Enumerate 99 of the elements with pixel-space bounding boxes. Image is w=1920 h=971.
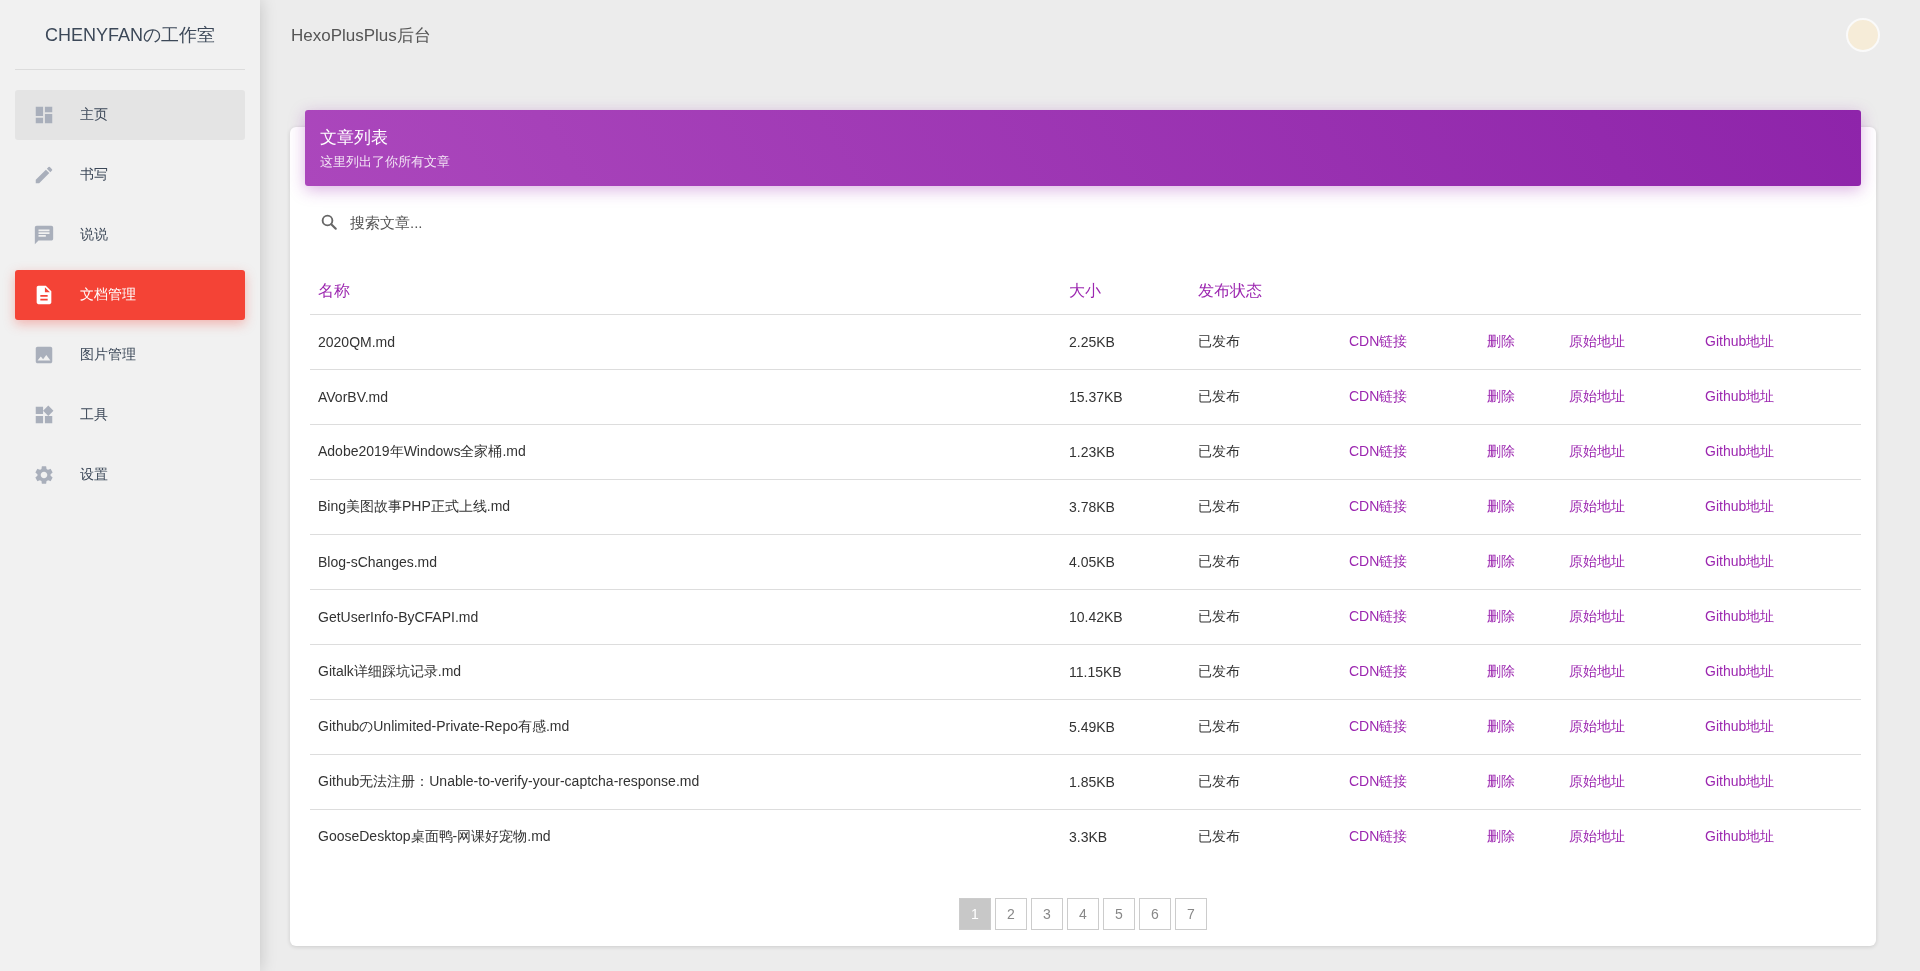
sidebar-item[interactable]: 书写: [15, 150, 245, 200]
action-link[interactable]: 删除: [1487, 663, 1515, 681]
avatar[interactable]: [1846, 18, 1880, 52]
action-link[interactable]: CDN链接: [1349, 828, 1408, 846]
file-name-cell-text: Bing美图故事PHP正式上线.md: [318, 498, 512, 516]
action-link[interactable]: Github地址: [1705, 333, 1775, 351]
sidebar-item[interactable]: 图片管理: [15, 330, 245, 380]
action-link[interactable]: 删除: [1487, 388, 1515, 406]
page-button[interactable]: 6: [1139, 898, 1171, 930]
action-link[interactable]: 原始地址: [1569, 333, 1625, 351]
file-size-cell-text: 5.49KB: [1069, 719, 1116, 735]
action-link[interactable]: CDN链接: [1349, 553, 1408, 571]
status-cell-text: 已发布: [1198, 443, 1241, 461]
status-cell-text: 已发布: [1198, 388, 1241, 406]
file-size-cell-text: 2.25KB: [1069, 334, 1116, 350]
action-link[interactable]: CDN链接: [1349, 718, 1408, 736]
page-title: HexoPlusPlus后台: [291, 24, 431, 47]
action-link[interactable]: 原始地址: [1569, 773, 1625, 791]
action-link[interactable]: 删除: [1487, 773, 1515, 791]
action-link[interactable]: Github地址: [1705, 828, 1775, 846]
action-link[interactable]: 删除: [1487, 718, 1515, 736]
settings-icon: [33, 464, 55, 486]
page-button[interactable]: 4: [1067, 898, 1099, 930]
action-link[interactable]: CDN链接: [1349, 663, 1408, 681]
action-link[interactable]: CDN链接: [1349, 608, 1408, 626]
column-header: 发布状态: [1198, 280, 1263, 301]
action-link[interactable]: 原始地址: [1569, 718, 1625, 736]
status-cell-text: 已发布: [1198, 663, 1241, 681]
action-link[interactable]: 原始地址: [1569, 498, 1625, 516]
file-name-cell-text: GetUserInfo-ByCFAPI.md: [318, 609, 480, 625]
file-size-cell-text: 10.42KB: [1069, 609, 1124, 625]
file-size-cell-text: 1.23KB: [1069, 444, 1116, 460]
status-cell-text: 已发布: [1198, 828, 1241, 846]
file-name-cell-text: Gitalk详细踩坑记录.md: [318, 663, 463, 681]
file-size-cell-text: 3.3KB: [1069, 829, 1109, 845]
brand-title: CHENYFANの工作室: [15, 0, 245, 70]
search-icon: [320, 213, 338, 231]
file-name-cell-text: Adobe2019年Windows全家桶.md: [318, 443, 527, 461]
sidebar-item[interactable]: 主页: [15, 90, 245, 140]
status-cell-text: 已发布: [1198, 773, 1241, 791]
file-name-cell-text: GithubのUnlimited-Private-Repo有感.md: [318, 718, 571, 736]
action-link[interactable]: 原始地址: [1569, 663, 1625, 681]
action-link[interactable]: 删除: [1487, 498, 1515, 516]
status-cell-text: 已发布: [1198, 608, 1241, 626]
action-link[interactable]: 删除: [1487, 333, 1515, 351]
file-name-cell-text: Blog-sChanges.md: [318, 554, 439, 570]
action-link[interactable]: CDN链接: [1349, 773, 1408, 791]
page-button[interactable]: 3: [1031, 898, 1063, 930]
file-name-cell-text: AVorBV.md: [318, 389, 390, 405]
action-link[interactable]: CDN链接: [1349, 388, 1408, 406]
file-name-cell-text: Github无法注册：Unable-to-verify-your-captcha-response.md: [318, 773, 701, 791]
action-link[interactable]: Github地址: [1705, 608, 1775, 626]
action-link[interactable]: Github地址: [1705, 663, 1775, 681]
file-size-cell-text: 4.05KB: [1069, 554, 1116, 570]
column-header: 大小: [1069, 280, 1102, 301]
sidebar-item[interactable]: 设置: [15, 450, 245, 500]
action-link[interactable]: 原始地址: [1569, 553, 1625, 571]
status-cell-text: 已发布: [1198, 718, 1241, 736]
action-link[interactable]: Github地址: [1705, 498, 1775, 516]
page-button[interactable]: 2: [995, 898, 1027, 930]
file-size-cell-text: 3.78KB: [1069, 499, 1116, 515]
action-link[interactable]: 删除: [1487, 553, 1515, 571]
sidebar-item[interactable]: 文档管理: [15, 270, 245, 320]
action-link[interactable]: Github地址: [1705, 773, 1775, 791]
action-link[interactable]: 删除: [1487, 608, 1515, 626]
widgets-icon: [33, 404, 55, 426]
action-link[interactable]: CDN链接: [1349, 498, 1408, 516]
action-link[interactable]: 原始地址: [1569, 608, 1625, 626]
file-name-cell-text: GooseDesktop桌面鸭-网课好宠物.md: [318, 828, 552, 846]
action-link[interactable]: 原始地址: [1569, 443, 1625, 461]
action-link[interactable]: Github地址: [1705, 718, 1775, 736]
chat-icon: [33, 224, 55, 246]
card-subtitle: 这里列出了你所有文章: [320, 152, 451, 171]
action-link[interactable]: CDN链接: [1349, 333, 1408, 351]
action-link[interactable]: CDN链接: [1349, 443, 1408, 461]
pencil-icon: [33, 164, 55, 186]
sidebar-item[interactable]: 工具: [15, 390, 245, 440]
action-link[interactable]: 原始地址: [1569, 828, 1625, 846]
column-header: 名称: [318, 280, 351, 301]
action-link[interactable]: Github地址: [1705, 443, 1775, 461]
dashboard-icon: [33, 104, 55, 126]
action-link[interactable]: 原始地址: [1569, 388, 1625, 406]
search-field[interactable]: 搜索文章...: [348, 212, 752, 232]
file-size-cell-text: 11.15KB: [1069, 664, 1123, 680]
action-link[interactable]: Github地址: [1705, 388, 1775, 406]
action-link[interactable]: 删除: [1487, 828, 1515, 846]
page-button[interactable]: 7: [1175, 898, 1207, 930]
action-link[interactable]: Github地址: [1705, 553, 1775, 571]
card-title: 文章列表: [320, 126, 389, 149]
page-button[interactable]: 5: [1103, 898, 1135, 930]
action-link[interactable]: 删除: [1487, 443, 1515, 461]
status-cell-text: 已发布: [1198, 333, 1241, 351]
image-icon: [33, 344, 55, 366]
sidebar-item[interactable]: 说说: [15, 210, 245, 260]
file-name-cell-text: 2020QM.md: [318, 334, 397, 350]
status-cell-text: 已发布: [1198, 498, 1241, 516]
file-size-cell-text: 1.85KB: [1069, 774, 1116, 790]
file-size-cell-text: 15.37KB: [1069, 389, 1124, 405]
status-cell-text: 已发布: [1198, 553, 1241, 571]
